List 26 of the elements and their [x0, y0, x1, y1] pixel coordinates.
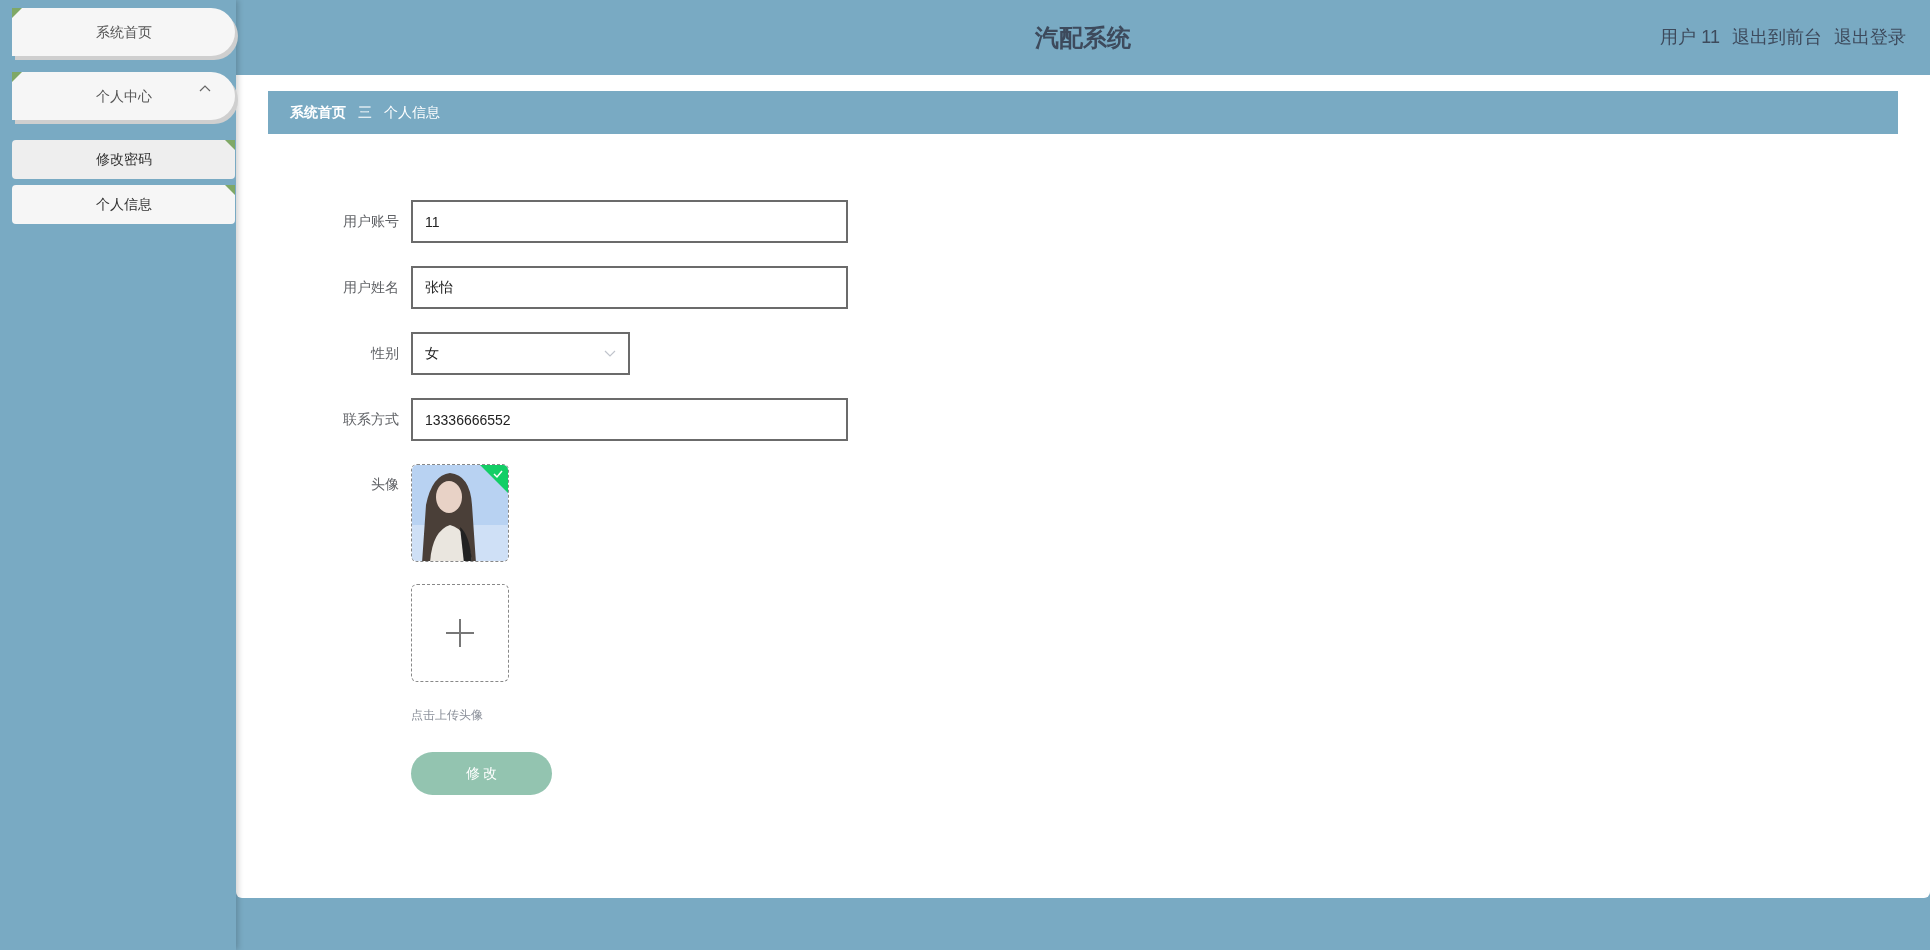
plus-icon — [445, 618, 475, 648]
field-label: 头像 — [370, 475, 399, 494]
field-label: 用户账号 — [342, 212, 399, 231]
submenu-item[interactable]: 修改密码 — [12, 140, 235, 179]
upload-hint: 点击上传头像 — [411, 707, 484, 724]
input-field[interactable]: 11 — [411, 200, 848, 243]
corner-tag-icon — [12, 72, 22, 82]
submenu-item[interactable]: 个人信息 — [12, 185, 235, 224]
user-name: 用户 11 — [1660, 26, 1720, 49]
chevron-down-icon — [604, 350, 616, 357]
upload-box[interactable] — [411, 584, 509, 682]
corner-tag-icon — [225, 140, 235, 150]
input-field[interactable]: 13336666552 — [411, 398, 848, 441]
header-link[interactable]: 退出登录 — [1834, 24, 1906, 51]
field-label: 用户姓名 — [342, 278, 399, 297]
field-label: 联系方式 — [342, 410, 399, 429]
field-label: 性别 — [369, 344, 399, 363]
corner-tag-icon — [12, 8, 22, 18]
header-link[interactable]: 退出到前台 — [1732, 24, 1822, 51]
app-title: 汽配系统 — [1035, 22, 1131, 53]
input-field[interactable]: 张怡 — [411, 266, 848, 309]
check-badge-icon — [480, 465, 508, 493]
breadcrumb-separator: 三 — [358, 103, 372, 122]
gender-select[interactable]: 女 — [411, 332, 630, 375]
chevron-up-icon — [199, 84, 211, 92]
corner-tag-icon — [225, 185, 235, 195]
